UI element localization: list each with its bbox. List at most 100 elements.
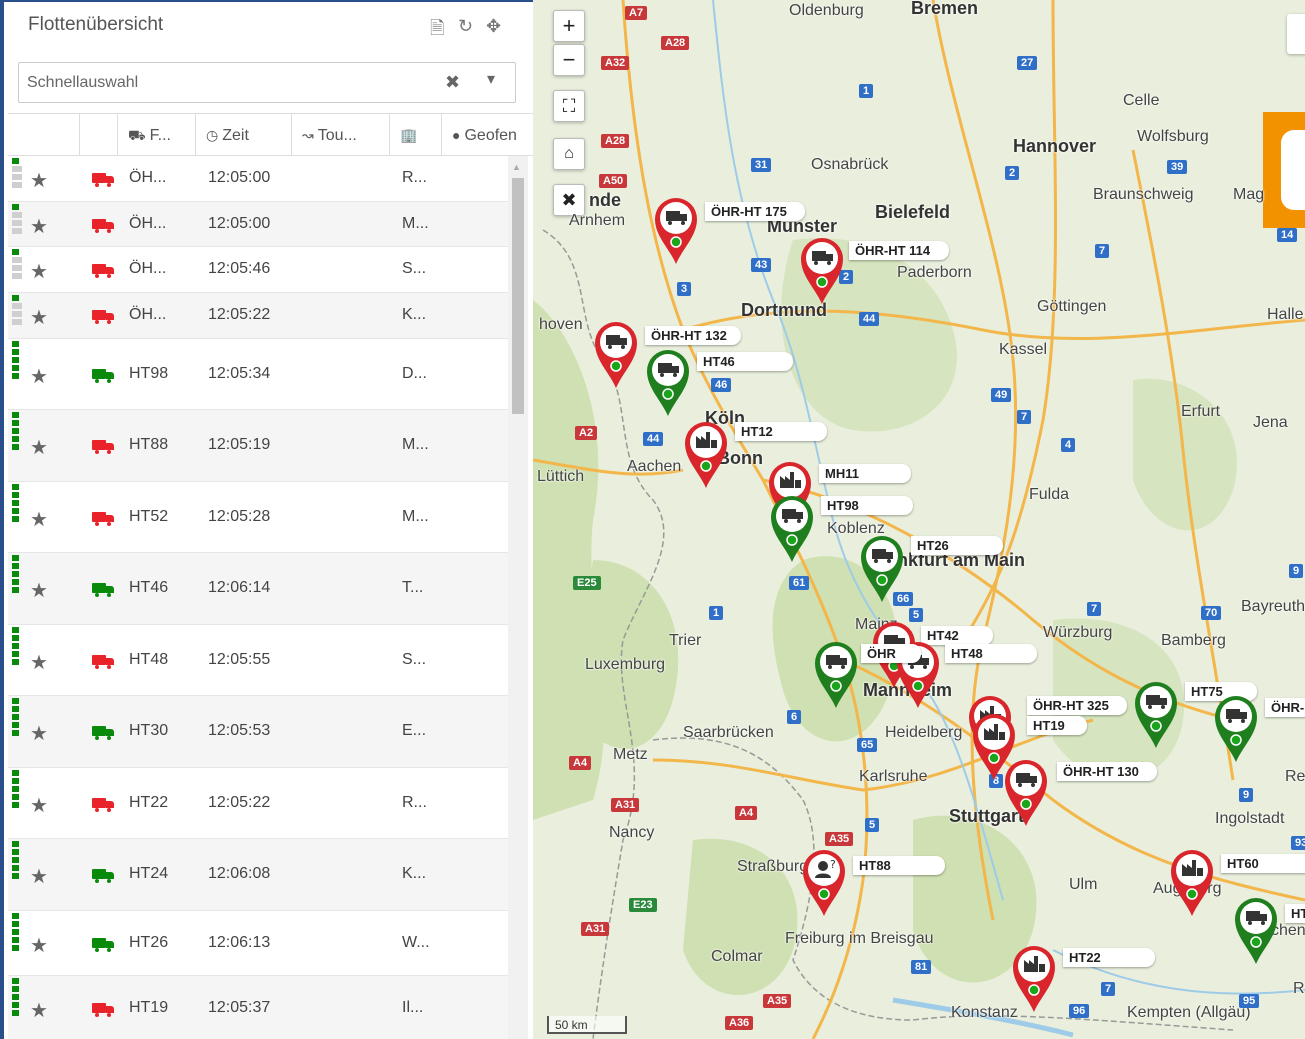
- table-row[interactable]: ★ HT46 12:06:14 T...: [8, 553, 508, 625]
- table-row[interactable]: ★ ÖH... 12:05:00 M...: [8, 202, 508, 247]
- vehicle-marker-pin[interactable]: [1003, 758, 1049, 828]
- road-shield: 7: [1101, 982, 1116, 996]
- column-geofence[interactable]: ● Geofen: [442, 114, 533, 156]
- scrollbar[interactable]: ▲: [508, 156, 528, 1039]
- status-indicator: [12, 156, 22, 202]
- favorite-star-icon[interactable]: ★: [30, 214, 48, 239]
- status-indicator: [12, 696, 20, 768]
- home-icon[interactable]: ⌂: [553, 138, 585, 170]
- column-vehicle[interactable]: ⛟ F...: [118, 114, 196, 156]
- vehicle-marker-pin[interactable]: [1233, 896, 1279, 966]
- favorite-star-icon[interactable]: ★: [30, 168, 48, 193]
- layers-button[interactable]: [1287, 14, 1305, 54]
- vehicle-marker-label[interactable]: HT22: [1063, 948, 1155, 967]
- favorite-star-icon[interactable]: ★: [30, 933, 48, 958]
- scroll-thumb[interactable]: [512, 178, 524, 414]
- place-value: M...: [402, 436, 429, 453]
- favorite-star-icon[interactable]: ★: [30, 998, 48, 1023]
- favorite-star-icon[interactable]: ★: [30, 259, 48, 284]
- vehicle-marker-label[interactable]: HT88: [853, 856, 945, 875]
- column-favorite[interactable]: [26, 114, 80, 156]
- map[interactable]: + − ⛶ ⌂ ✖ Oldenburg Bremen Celle Hannover Wo…: [533, 0, 1305, 1039]
- vehicle-marker-label[interactable]: ÖHR-HT 130: [1057, 762, 1157, 781]
- table-row[interactable]: ★ HT98 12:05:34 D...: [8, 339, 508, 410]
- vehicle-marker-label[interactable]: HT60: [1221, 854, 1305, 873]
- scroll-up-icon[interactable]: ▲: [512, 162, 521, 172]
- vehicle-marker-label[interactable]: HT12: [735, 422, 827, 441]
- vehicle-marker-label[interactable]: HT98: [821, 496, 913, 515]
- vehicle-marker-label[interactable]: ÖHR: [861, 644, 921, 663]
- status-indicator: [12, 293, 22, 339]
- vehicle-marker-label[interactable]: HT19: [1027, 716, 1087, 735]
- favorite-star-icon[interactable]: ★: [30, 507, 48, 532]
- table-row[interactable]: ★ HT52 12:05:28 M...: [8, 482, 508, 553]
- column-tour[interactable]: ↝ Tou...: [292, 114, 390, 156]
- vehicle-name: ÖH...: [129, 306, 167, 323]
- table-row[interactable]: ★ HT88 12:05:19 M...: [8, 410, 508, 482]
- table-row[interactable]: ★ HT26 12:06:13 W...: [8, 911, 508, 976]
- city-label: Fulda: [1029, 486, 1070, 503]
- road-shield: 4: [1061, 438, 1076, 452]
- fullscreen-icon[interactable]: ⛶: [553, 90, 585, 122]
- city-label: Celle: [1123, 92, 1160, 109]
- vehicle-marker-label[interactable]: ÖHR-HT 132: [645, 326, 741, 345]
- chevron-down-icon[interactable]: ▾: [487, 69, 495, 89]
- vehicle-marker-label[interactable]: ÖHR-HT 114: [849, 241, 949, 260]
- vehicle-marker-label[interactable]: HT48: [945, 644, 1037, 663]
- vehicle-name: HT98: [129, 365, 169, 382]
- column-type[interactable]: [80, 114, 118, 156]
- vehicle-marker-pin[interactable]: [1213, 694, 1259, 764]
- quick-select[interactable]: ✖ ▾: [18, 62, 516, 103]
- brand-logo: [1263, 112, 1305, 228]
- table-row[interactable]: ★ ÖH... 12:05:22 K...: [8, 293, 508, 339]
- zoom-in-button[interactable]: +: [553, 10, 585, 42]
- vehicle-marker-label[interactable]: HT26: [911, 536, 1003, 555]
- table-row[interactable]: ★ ÖH... 12:05:46 S...: [8, 247, 508, 293]
- vehicle-marker-label[interactable]: ÖHR-: [1265, 698, 1305, 717]
- column-time[interactable]: ◷ Zeit: [196, 114, 292, 156]
- vehicle-marker-pin[interactable]: [1133, 680, 1179, 750]
- status-indicator: [12, 202, 22, 247]
- table-row[interactable]: ★ HT19 12:05:37 Il...: [8, 976, 508, 1039]
- vehicle-marker-label[interactable]: MH11: [819, 464, 911, 483]
- vehicle-marker-label[interactable]: ÖHR-HT 175: [705, 202, 805, 221]
- refresh-icon[interactable]: ↻: [458, 16, 473, 37]
- vehicle-marker-pin[interactable]: [683, 420, 729, 490]
- road-shield: 61: [789, 576, 810, 590]
- vehicle-marker-label[interactable]: HT: [1285, 904, 1305, 923]
- city-label: Colmar: [711, 948, 763, 965]
- favorite-star-icon[interactable]: ★: [30, 721, 48, 746]
- vehicle-marker-label[interactable]: HT46: [697, 352, 793, 371]
- pdf-icon[interactable]: 🗎: [430, 16, 444, 46]
- vehicle-marker-pin[interactable]: [1169, 848, 1215, 918]
- table-row[interactable]: ★ HT22 12:05:22 R...: [8, 768, 508, 839]
- favorite-star-icon[interactable]: ★: [30, 578, 48, 603]
- vehicle-marker-pin[interactable]: [645, 348, 691, 418]
- zoom-out-button[interactable]: −: [553, 44, 585, 76]
- favorite-star-icon[interactable]: ★: [30, 793, 48, 818]
- favorite-star-icon[interactable]: ★: [30, 364, 48, 389]
- status-indicator: [12, 976, 20, 1039]
- column-place[interactable]: 🏢: [390, 114, 442, 156]
- favorite-star-icon[interactable]: ★: [30, 435, 48, 460]
- favorite-star-icon[interactable]: ★: [30, 864, 48, 889]
- table-row[interactable]: ★ ÖH... 12:05:00 R...: [8, 156, 508, 202]
- vehicle-marker-pin[interactable]: [769, 494, 815, 564]
- table-row[interactable]: ★ HT24 12:06:08 K...: [8, 839, 508, 911]
- vehicle-marker-pin[interactable]: [593, 320, 639, 390]
- vehicle-marker-pin[interactable]: [1011, 944, 1057, 1014]
- vehicle-marker-label[interactable]: ÖHR-HT 325: [1027, 696, 1127, 715]
- vehicle-marker-pin[interactable]: [813, 640, 859, 710]
- favorite-star-icon[interactable]: ★: [30, 650, 48, 675]
- road-shield: 7: [1095, 244, 1110, 258]
- vehicle-marker-pin[interactable]: ?: [801, 848, 847, 918]
- clear-icon[interactable]: ✖: [445, 72, 460, 93]
- table-row[interactable]: ★ HT48 12:05:55 S...: [8, 625, 508, 696]
- vehicle-marker-pin[interactable]: [799, 236, 845, 306]
- table-row[interactable]: ★ HT30 12:05:53 E...: [8, 696, 508, 768]
- move-icon[interactable]: ✥: [486, 16, 501, 37]
- favorite-star-icon[interactable]: ★: [30, 305, 48, 330]
- vehicle-marker-pin[interactable]: [859, 534, 905, 604]
- vehicle-marker-pin[interactable]: [653, 196, 699, 266]
- quick-select-input[interactable]: [27, 72, 427, 94]
